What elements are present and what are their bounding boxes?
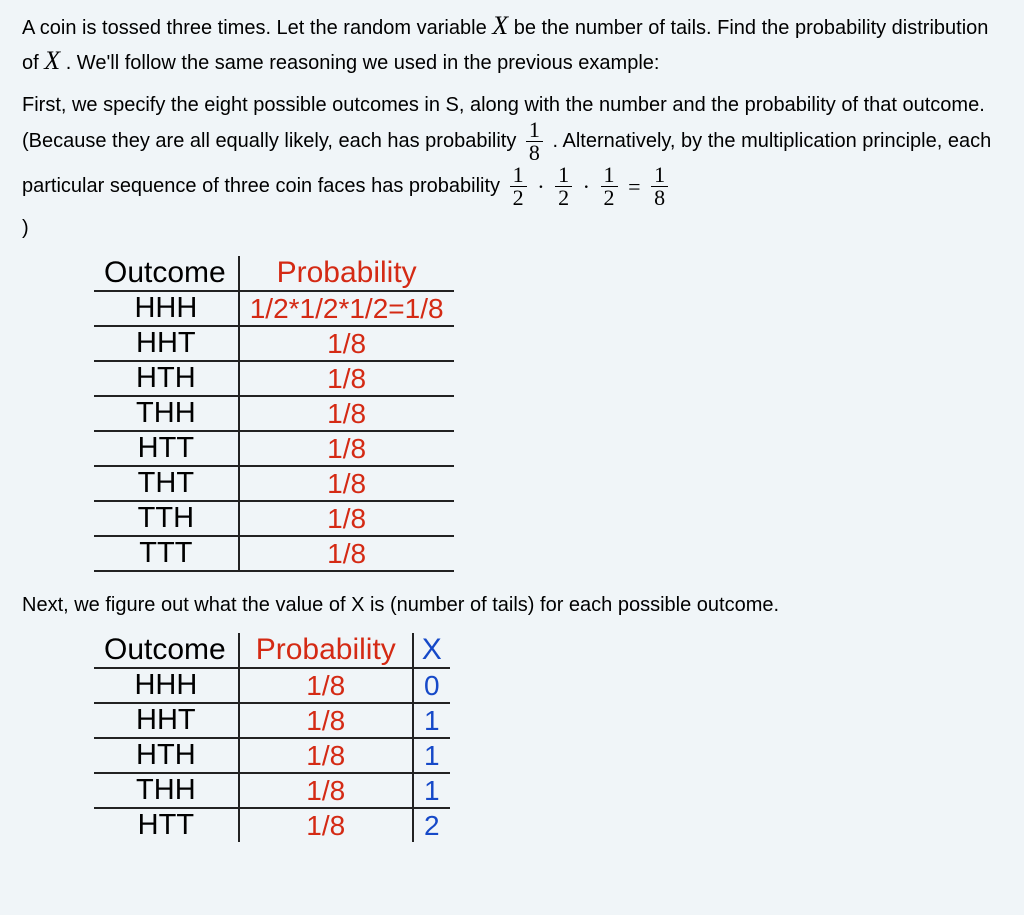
numerator: 1: [526, 119, 543, 142]
outcome-cell: HTT: [94, 808, 239, 842]
denominator: 2: [601, 187, 618, 209]
outcome-cell: THT: [94, 466, 239, 501]
fraction-one-eighth: 1 8: [651, 164, 668, 209]
outcome-cell: THH: [94, 773, 239, 808]
numerator: 1: [651, 164, 668, 187]
probability-cell: 1/8: [239, 466, 454, 501]
denominator: 8: [651, 187, 668, 209]
outcome-cell: HTT: [94, 431, 239, 466]
table-row: HHT1/8: [94, 326, 454, 361]
outcome-probability-table-wrap: Outcome Probability HHH1/2*1/2*1/2=1/8 H…: [94, 256, 1002, 572]
equals-operator: =: [628, 172, 640, 202]
col-header-x: X: [413, 633, 450, 668]
outcome-cell: THH: [94, 396, 239, 431]
probability-cell: 1/8: [239, 361, 454, 396]
probability-cell: 1/8: [239, 668, 413, 703]
numerator: 1: [555, 164, 572, 187]
transition-paragraph: Next, we figure out what the value of X …: [22, 592, 1002, 619]
outcome-prob-x-table-wrap: Outcome Probability X HHH1/80 HHT1/81 HT…: [94, 633, 1002, 842]
table-row: HHH1/2*1/2*1/2=1/8: [94, 291, 454, 326]
x-cell: 0: [413, 668, 450, 703]
table-row: HTT1/8: [94, 431, 454, 466]
x-cell: 1: [413, 738, 450, 773]
probability-cell: 1/8: [239, 431, 454, 466]
closing-paren: ): [22, 215, 1002, 242]
math-var-x: X: [44, 46, 60, 75]
col-header-probability: Probability: [239, 256, 454, 291]
fraction-one-half: 1 2: [510, 164, 527, 209]
explanation-paragraph: First, we specify the eight possible out…: [22, 92, 1002, 242]
table-row: HTT1/82: [94, 808, 450, 842]
outcome-prob-x-table: Outcome Probability X HHH1/80 HHT1/81 HT…: [94, 633, 450, 842]
fraction-one-half: 1 2: [555, 164, 572, 209]
table-row: THH1/81: [94, 773, 450, 808]
col-header-outcome: Outcome: [94, 633, 239, 668]
dot-operator: ·: [583, 172, 590, 202]
denominator: 8: [526, 142, 543, 164]
outcome-probability-table: Outcome Probability HHH1/2*1/2*1/2=1/8 H…: [94, 256, 454, 572]
x-cell: 1: [413, 773, 450, 808]
denominator: 2: [555, 187, 572, 209]
text: . We'll follow the same reasoning we use…: [60, 52, 659, 74]
x-cell: 2: [413, 808, 450, 842]
outcome-cell: HHH: [94, 668, 239, 703]
outcome-cell: TTT: [94, 536, 239, 571]
col-header-probability: Probability: [239, 633, 413, 668]
table-row: THT1/8: [94, 466, 454, 501]
fraction-one-half: 1 2: [601, 164, 618, 209]
outcome-cell: TTH: [94, 501, 239, 536]
probability-cell: 1/8: [239, 738, 413, 773]
probability-cell: 1/8: [239, 773, 413, 808]
x-cell: 1: [413, 703, 450, 738]
fraction-one-eighth: 1 8: [526, 119, 543, 164]
table-row: TTH1/8: [94, 501, 454, 536]
math-var-x: X: [492, 11, 508, 40]
table-row: TTT1/8: [94, 536, 454, 571]
intro-paragraph: A coin is tossed three times. Let the ra…: [22, 8, 1002, 78]
probability-cell: 1/8: [239, 536, 454, 571]
denominator: 2: [510, 187, 527, 209]
outcome-cell: HTH: [94, 738, 239, 773]
col-header-outcome: Outcome: [94, 256, 239, 291]
outcome-cell: HHT: [94, 703, 239, 738]
probability-cell: 1/8: [239, 703, 413, 738]
probability-cell: 1/8: [239, 396, 454, 431]
text: A coin is tossed three times. Let the ra…: [22, 17, 492, 39]
probability-cell: 1/2*1/2*1/2=1/8: [239, 291, 454, 326]
table-row: HHH1/80: [94, 668, 450, 703]
numerator: 1: [601, 164, 618, 187]
probability-cell: 1/8: [239, 808, 413, 842]
numerator: 1: [510, 164, 527, 187]
table-row: HTH1/8: [94, 361, 454, 396]
table-row: HHT1/81: [94, 703, 450, 738]
outcome-cell: HHH: [94, 291, 239, 326]
probability-cell: 1/8: [239, 501, 454, 536]
outcome-cell: HHT: [94, 326, 239, 361]
table-row: THH1/8: [94, 396, 454, 431]
outcome-cell: HTH: [94, 361, 239, 396]
dot-operator: ·: [537, 172, 544, 202]
probability-cell: 1/8: [239, 326, 454, 361]
table-row: HTH1/81: [94, 738, 450, 773]
